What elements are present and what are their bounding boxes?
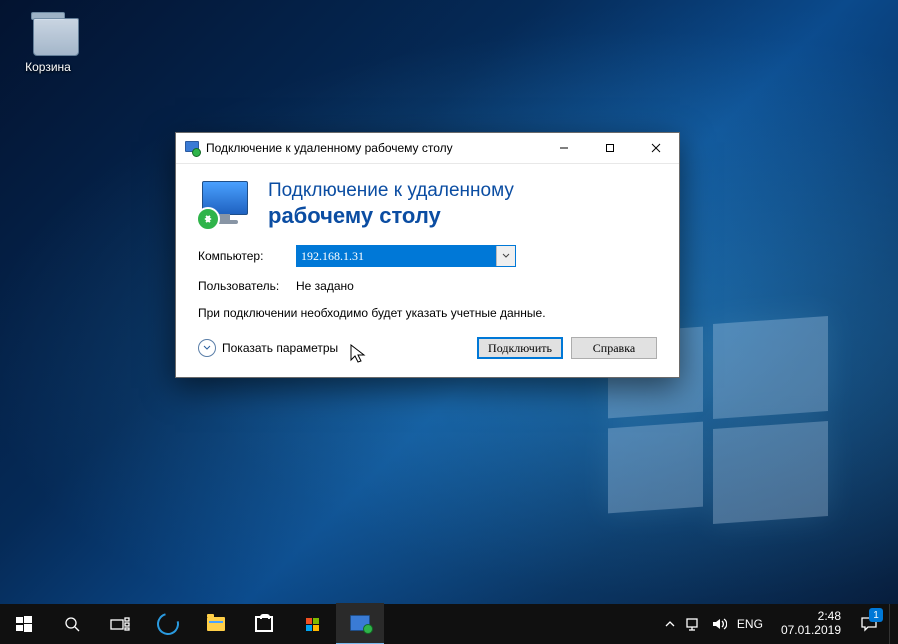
network-icon[interactable]: [685, 617, 701, 631]
user-label: Пользователь:: [198, 279, 296, 293]
titlebar[interactable]: Подключение к удаленному рабочему столу: [176, 133, 679, 164]
banner-heading: Подключение к удаленному рабочему столу: [268, 180, 514, 229]
computer-combo[interactable]: [296, 245, 516, 267]
user-value: Не задано: [296, 279, 354, 293]
rdp-window: Подключение к удаленному рабочему столу …: [175, 132, 680, 378]
taskbar-file-explorer[interactable]: [192, 604, 240, 644]
file-explorer-icon: [207, 617, 225, 631]
show-options-expander[interactable]: Показать параметры: [198, 339, 338, 357]
rdp-titlebar-icon: [184, 140, 200, 156]
notification-badge: 1: [869, 608, 883, 622]
clock-date: 07.01.2019: [781, 624, 841, 638]
minimize-button[interactable]: [541, 133, 587, 163]
maximize-button[interactable]: [587, 133, 633, 163]
edge-icon: [153, 609, 183, 639]
action-center-button[interactable]: 1: [849, 604, 889, 644]
close-button[interactable]: [633, 133, 679, 163]
language-indicator[interactable]: ENG: [737, 617, 763, 631]
start-button[interactable]: [0, 604, 48, 644]
taskbar-store[interactable]: [240, 604, 288, 644]
credentials-hint: При подключении необходимо будет указать…: [198, 305, 657, 321]
show-options-label: Показать параметры: [222, 341, 338, 355]
search-button[interactable]: [48, 604, 96, 644]
connect-button[interactable]: Подключить: [477, 337, 563, 359]
tray-overflow-icon[interactable]: [665, 619, 675, 629]
computer-label: Компьютер:: [198, 249, 296, 263]
rdp-hero-icon: [198, 181, 254, 229]
window-title: Подключение к удаленному рабочему столу: [206, 141, 541, 155]
clock-time: 2:48: [781, 610, 841, 624]
recycle-bin-desktop-icon[interactable]: Корзина: [12, 10, 84, 74]
show-desktop-button[interactable]: [889, 604, 896, 644]
store-icon: [255, 616, 273, 632]
recycle-bin-label: Корзина: [12, 60, 84, 74]
banner: Подключение к удаленному рабочему столу: [176, 164, 679, 245]
taskbar-clock[interactable]: 2:48 07.01.2019: [773, 610, 849, 638]
desktop: Корзина Подключение к удаленному рабочем…: [0, 0, 898, 644]
taskbar-ms-store[interactable]: [288, 604, 336, 644]
taskbar-rdp[interactable]: [336, 603, 384, 644]
volume-icon[interactable]: [711, 617, 727, 631]
taskbar-edge[interactable]: [144, 604, 192, 644]
computer-dropdown-button[interactable]: [496, 246, 515, 266]
computer-input[interactable]: [296, 245, 516, 267]
ms-store-icon: [306, 618, 319, 631]
task-view-button[interactable]: [96, 604, 144, 644]
recycle-bin-icon: [27, 10, 69, 56]
help-button[interactable]: Справка: [571, 337, 657, 359]
taskbar: ENG 2:48 07.01.2019 1: [0, 604, 898, 644]
chevron-down-icon: [198, 339, 216, 357]
rdp-icon: [350, 615, 370, 631]
